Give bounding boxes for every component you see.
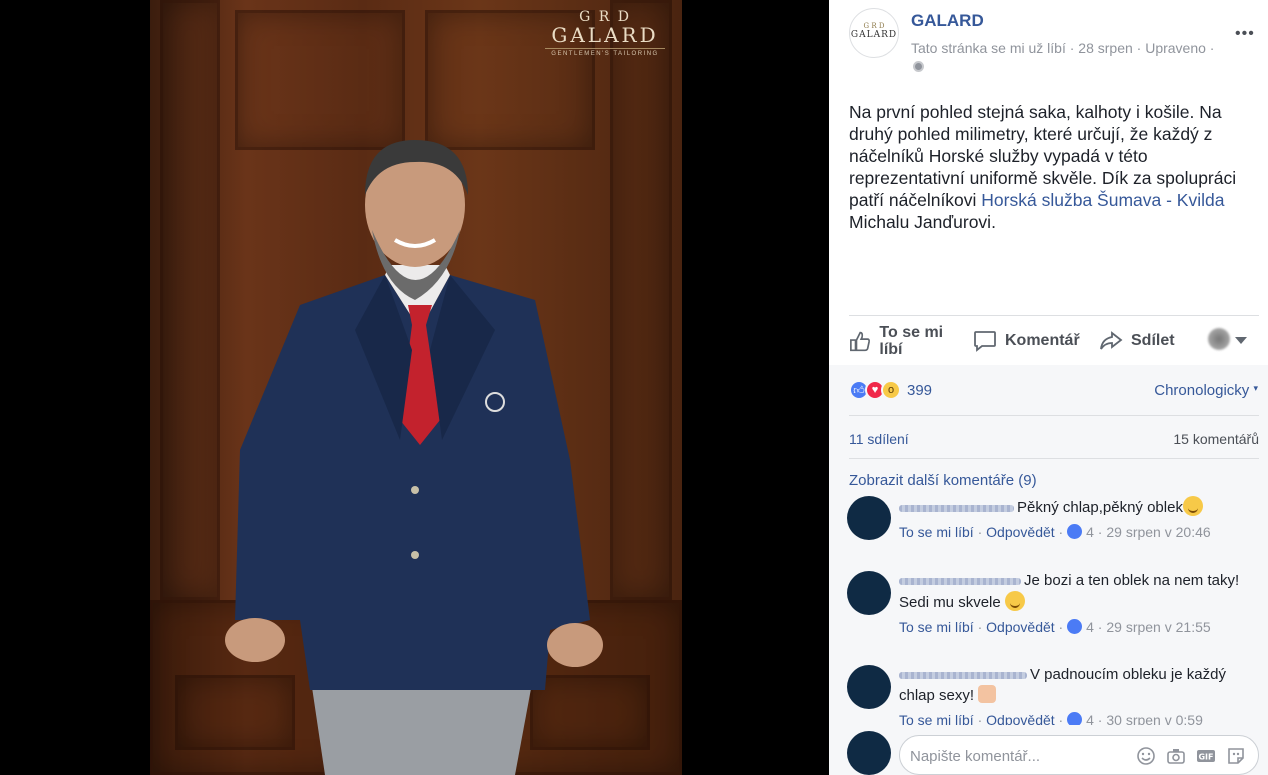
commenter-name-blurred[interactable] — [899, 577, 1021, 585]
commenter-name-blurred[interactable] — [899, 504, 1014, 512]
comments-section: 👍︎ ♥ o 399 Chronologicky ▾ 11 sdílení 15… — [829, 365, 1268, 775]
comment-order-label: Chronologicky — [1154, 382, 1250, 399]
comment-meta: To se mi líbí · Odpovědět · 4 · 30 srpen… — [899, 710, 1244, 725]
page-avatar-brand: GALARD — [850, 30, 898, 40]
commenter-avatar[interactable] — [847, 571, 891, 615]
comment-reply-link[interactable]: Odpovědět — [986, 524, 1055, 540]
comment-reply-link[interactable]: Odpovědět — [986, 619, 1055, 635]
reactions-summary[interactable]: 👍︎ ♥ o 399 — [849, 379, 932, 401]
like-button-label: To se mi líbí — [879, 324, 944, 358]
svg-text:GIF: GIF — [1198, 753, 1213, 762]
comment-like-link[interactable]: To se mi líbí — [899, 619, 974, 635]
watermark-brand: GALARD — [551, 23, 659, 47]
commenter-avatar[interactable] — [847, 665, 891, 709]
comments-count[interactable]: 15 komentářů — [1173, 431, 1259, 447]
commenter-avatar[interactable] — [847, 496, 891, 540]
gif-icon[interactable]: GIF — [1196, 746, 1216, 766]
like-reaction-icon — [1067, 524, 1083, 539]
shares-count[interactable]: 11 sdílení — [849, 431, 909, 447]
comment-meta: To se mi líbí · Odpovědět · 4 · 29 srpen… — [899, 524, 1211, 540]
view-more-comments-link[interactable]: Zobrazit další komentáře (9) — [849, 472, 1037, 489]
comment-order-dropdown[interactable]: Chronologicky ▾ — [1154, 382, 1258, 399]
page-name-link[interactable]: GALARD — [911, 11, 984, 31]
post-text: Na první pohled stejná saka, kalhoty i k… — [849, 101, 1254, 233]
posting-as-avatar[interactable] — [1208, 328, 1230, 350]
post-meta: Tato stránka se mi už líbí · 28 srpen · … — [911, 40, 1215, 56]
comment-body: V padnoucím obleku je každý chlap sexy! … — [899, 665, 1244, 725]
smile-emoji-icon — [1004, 591, 1025, 611]
wow-reaction-icon: o — [881, 380, 901, 400]
watermark-monogram: G R D — [579, 9, 631, 25]
globe-icon[interactable] — [913, 61, 924, 72]
comment-button-label: Komentář — [1005, 332, 1080, 349]
divider — [849, 458, 1259, 459]
like-reaction-icon — [1067, 712, 1083, 725]
comment-time[interactable]: 29 srpen v 21:55 — [1106, 619, 1210, 635]
reaction-count[interactable]: 399 — [907, 382, 932, 399]
share-button-label: Sdílet — [1131, 332, 1175, 349]
post-photo[interactable]: G R D GALARD GENTLEMEN'S TAILORING — [150, 0, 682, 775]
comment-meta: To se mi líbí · Odpovědět · 4 · 29 srpen… — [899, 619, 1211, 635]
like-reaction-icon — [1067, 619, 1083, 634]
comment-button[interactable]: Komentář — [973, 330, 1080, 352]
watermark-tagline: GENTLEMEN'S TAILORING — [545, 48, 665, 57]
comment-body: Pěkný chlap,pěkný oblek To se mi líbí · … — [899, 496, 1244, 542]
page-avatar[interactable]: G R D GALARD — [849, 8, 899, 58]
caret-down-icon: ▾ — [1253, 383, 1258, 393]
like-button[interactable]: To se mi líbí — [849, 324, 954, 358]
comment: V padnoucím obleku je každý chlap sexy! … — [847, 665, 1247, 725]
comment-likes[interactable]: 4 — [1086, 619, 1094, 635]
comment-likes[interactable]: 4 — [1086, 524, 1094, 540]
galard-watermark: G R D GALARD GENTLEMEN'S TAILORING — [545, 10, 665, 57]
comment-body: Je bozi a ten oblek na nem taky! Sedi mu… — [899, 571, 1244, 637]
page-avatar-monogram: G R D — [863, 22, 885, 30]
emoji-icon[interactable] — [1136, 746, 1156, 766]
divider — [849, 415, 1259, 416]
more-options-icon[interactable]: ••• — [1235, 25, 1255, 43]
comment-time[interactable]: 29 srpen v 20:46 — [1106, 524, 1210, 540]
comment-like-link[interactable]: To se mi líbí — [899, 524, 974, 540]
commenter-name-blurred[interactable] — [899, 671, 1027, 679]
post-side-pane: G R D GALARD GALARD Tato stránka se mi u… — [829, 0, 1268, 775]
smile-emoji-icon — [1182, 496, 1203, 516]
speech-bubble-icon — [974, 331, 996, 352]
photo-viewer: G R D GALARD GENTLEMEN'S TAILORING — [0, 0, 829, 775]
mentioned-page-link[interactable]: Horská služba Šumava - Kvilda — [981, 190, 1224, 210]
share-button[interactable]: Sdílet — [1099, 330, 1175, 352]
comment-time[interactable]: 30 srpen v 0:59 — [1106, 712, 1203, 725]
comment-composer: GIF — [847, 730, 1262, 775]
man-in-suit-figure — [225, 140, 603, 775]
thumbs-up-icon — [850, 331, 870, 352]
my-avatar — [847, 731, 891, 775]
comment-like-link[interactable]: To se mi líbí — [899, 712, 974, 725]
comment-input-box[interactable]: GIF — [899, 735, 1259, 775]
comment-text: Pěkný chlap,pěkný oblek — [1017, 499, 1183, 516]
camera-icon[interactable] — [1166, 746, 1186, 766]
post-header: G R D GALARD GALARD Tato stránka se mi u… — [829, 0, 1268, 90]
sticker-icon[interactable] — [1226, 746, 1246, 766]
thumbs-up-emoji-icon — [978, 685, 997, 703]
post-text-part: Michalu Janďurovi. — [849, 212, 996, 232]
share-arrow-icon — [1100, 331, 1123, 350]
post-actions: To se mi líbí Komentář Sdílet — [829, 316, 1268, 364]
comment-input[interactable] — [910, 745, 1120, 767]
comment-reply-link[interactable]: Odpovědět — [986, 712, 1055, 725]
chevron-down-icon[interactable] — [1235, 337, 1247, 344]
comment-likes[interactable]: 4 — [1086, 712, 1094, 725]
